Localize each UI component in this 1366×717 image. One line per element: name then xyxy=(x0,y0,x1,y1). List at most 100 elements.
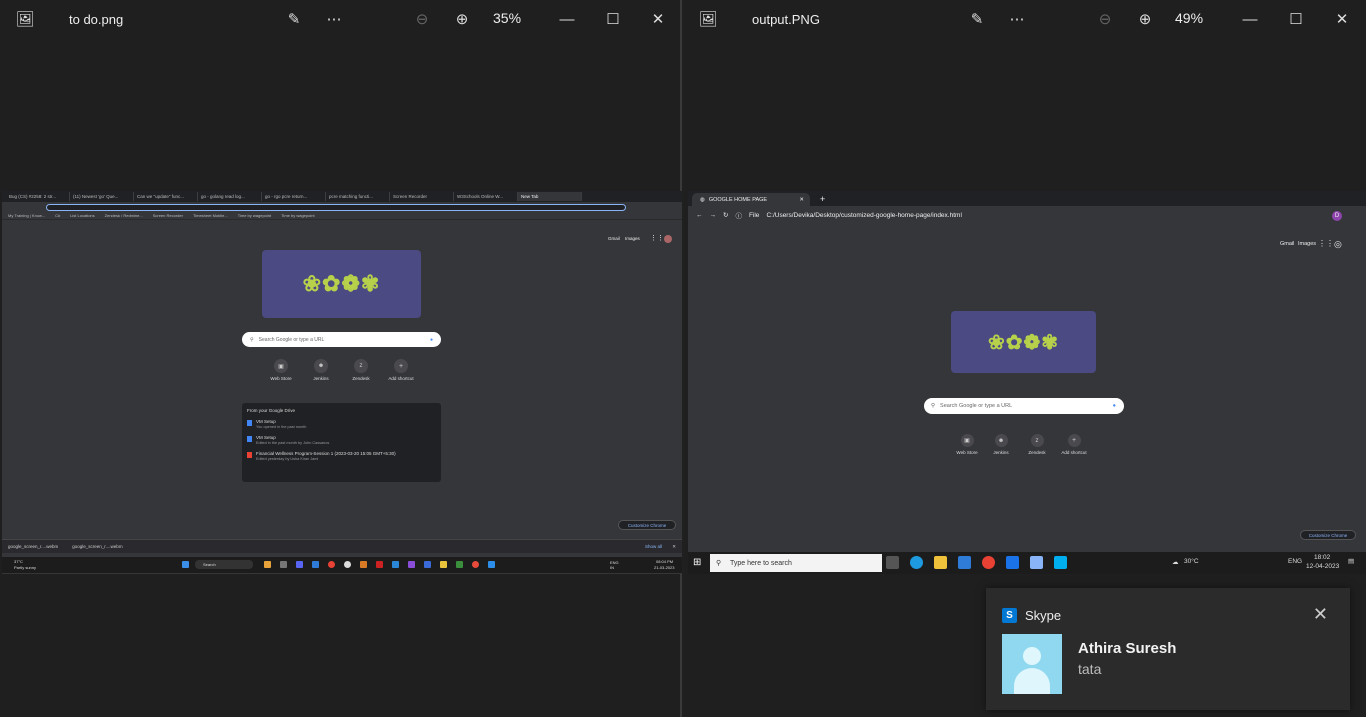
app-icon xyxy=(344,561,351,568)
customize-label: Customize Chrome xyxy=(627,522,667,528)
mic-icon: ● xyxy=(1112,403,1116,409)
weather-desc: Partly sunny xyxy=(14,565,37,570)
avatar-head xyxy=(1023,647,1041,665)
search-box: ⚲ Search Google or type a URL ● xyxy=(242,332,441,347)
zendesk-icon: z xyxy=(1030,434,1044,447)
zoom-out-icon[interactable]: ⊖ xyxy=(410,8,434,30)
google-drive-card: From your Google Drive VM Setup You opene… xyxy=(242,403,441,482)
vscode-icon xyxy=(392,561,399,568)
app-icon xyxy=(408,561,415,568)
viewer-toolbar: 🖼 to do.png ✎ ⋯ ⊖ ⊕ 35% — ☐ ✕ xyxy=(0,0,680,40)
browser-tab-strip: ◍ GOOGLE HOME PAGE ✕ + xyxy=(688,191,1366,206)
search-placeholder: Search Google or type a URL xyxy=(940,403,1013,409)
slides-icon xyxy=(247,452,252,458)
gallery-icon[interactable]: 🖼 xyxy=(13,8,37,30)
account-icon: ◎ xyxy=(1334,239,1342,249)
minimize-button[interactable]: — xyxy=(555,8,579,30)
shortcut-label: Zendesk xyxy=(1028,450,1046,455)
zoom-level: 49% xyxy=(1175,10,1204,26)
search-icon: ⚲ xyxy=(931,403,936,409)
browser-tab-active: New Tab xyxy=(518,192,582,201)
start-icon xyxy=(182,561,189,568)
drive-item-title: Financial Wellness Program-Session 1 (20… xyxy=(256,451,396,456)
jenkins-icon: ☻ xyxy=(314,359,328,373)
bookmark: Zendesk / Redmine... xyxy=(104,213,143,218)
language: ENG xyxy=(1288,558,1303,565)
globe-icon: ◍ xyxy=(700,196,705,203)
zendesk-icon: z xyxy=(354,359,368,373)
clock-date: 12-04-2023 xyxy=(1306,563,1340,570)
customize-label: Customize Chrome xyxy=(1308,532,1348,538)
drive-item-sub: Edited in the past month by John Cassano… xyxy=(256,441,330,445)
edit-image-icon[interactable]: ✎ xyxy=(282,8,306,30)
clock-time: 18:02 xyxy=(1314,554,1331,561)
temperature: 30°C xyxy=(1184,558,1199,565)
maximize-button[interactable]: ☐ xyxy=(1284,8,1308,30)
doodle-artwork: ❀✿❁✾ xyxy=(302,271,381,296)
edge-icon xyxy=(910,556,923,569)
drive-item-title: VM Setup xyxy=(256,435,276,440)
shortcut-label: Zendesk xyxy=(352,376,370,381)
windows-start-icon: ⊞ xyxy=(693,557,702,568)
tab-title: GOOGLE HOME PAGE xyxy=(708,196,768,203)
drive-item-sub: You opened in the past month xyxy=(256,425,307,429)
forward-icon: → xyxy=(709,211,717,219)
more-options-icon[interactable]: ⋯ xyxy=(1005,8,1029,30)
taskbar-search-text: Type here to search xyxy=(730,559,792,567)
browser-tab: go - rgo pcre return... xyxy=(262,192,326,201)
more-options-icon[interactable]: ⋯ xyxy=(322,8,346,30)
minimize-button[interactable]: — xyxy=(1238,8,1262,30)
app-icon xyxy=(360,561,367,568)
zoom-in-icon[interactable]: ⊕ xyxy=(1133,8,1157,30)
shortcut: z Zendesk xyxy=(1022,434,1052,455)
close-button[interactable]: ✕ xyxy=(1330,8,1354,30)
app-icon xyxy=(376,561,383,568)
show-all-link: Show all xyxy=(644,544,662,549)
left-photo-viewer: 🖼 to do.png ✎ ⋯ ⊖ ⊕ 35% — ☐ ✕ Bug (CS) #… xyxy=(0,0,682,717)
clock-date: 21-03-2023 xyxy=(654,565,675,570)
close-button[interactable]: ✕ xyxy=(646,8,670,30)
shortcut-label: Add shortcut xyxy=(388,376,414,381)
reload-icon: ↻ xyxy=(723,212,729,219)
zoom-out-icon[interactable]: ⊖ xyxy=(1093,8,1117,30)
skype-notification[interactable]: S Skype ✕ Athira Suresh tata xyxy=(986,588,1350,710)
customize-chrome-button: Customize Chrome xyxy=(618,520,676,530)
download-item: google_screen_r....webm xyxy=(72,544,123,549)
doc-icon xyxy=(247,420,252,426)
new-tab-icon: + xyxy=(820,194,826,204)
language: ENG IN xyxy=(610,560,619,570)
screenshot-image: ◍ GOOGLE HOME PAGE ✕ + ← → ↻ ⓘ File C:/U… xyxy=(688,191,1366,574)
cloud-icon: ☁ xyxy=(1172,559,1179,566)
notification-icon: ▤ xyxy=(1348,558,1355,565)
browser-tab: Can we "update" func... xyxy=(134,192,198,201)
store-icon xyxy=(958,556,971,569)
gallery-icon[interactable]: 🖼 xyxy=(696,8,720,30)
viewer-toolbar: 🖼 output.PNG ✎ ⋯ ⊖ ⊕ 49% — ☐ ✕ xyxy=(684,0,1366,40)
info-icon: ⓘ xyxy=(735,213,742,220)
clock-time: 08:04 PM xyxy=(656,559,674,564)
search-icon: ⚲ xyxy=(716,560,722,567)
shortcut: ☻ Jenkins xyxy=(986,434,1016,455)
bookmark: Time by wagepoint xyxy=(281,213,315,218)
doodle-artwork: ❀✿❁✾ xyxy=(987,331,1060,354)
mail-icon xyxy=(1006,556,1019,569)
browser-tab: W3Schools Online W... xyxy=(454,192,518,201)
drive-card-title: From your Google Drive xyxy=(247,408,296,413)
toast-app-header: S Skype xyxy=(1002,608,1061,623)
zoom-in-icon[interactable]: ⊕ xyxy=(450,8,474,30)
jenkins-icon: ☻ xyxy=(994,434,1008,447)
chrome-icon xyxy=(982,556,995,569)
app-icon xyxy=(456,561,463,568)
viewer-file-name: output.PNG xyxy=(752,12,820,27)
maximize-button[interactable]: ☐ xyxy=(601,8,625,30)
bookmark: Time by wagepoint xyxy=(237,213,272,218)
web-store-icon: ▣ xyxy=(960,434,974,447)
address-bar: ← → ↻ ⓘ File C:/Users/Devika/Desktop/cus… xyxy=(688,206,1366,224)
web-store-icon: ▣ xyxy=(274,359,288,373)
app-icon xyxy=(280,561,287,568)
zoom-level: 35% xyxy=(493,10,522,26)
browser-tab-strip: Bug (CS) #2258: 2 str... (11) Newest 'go… xyxy=(2,191,682,202)
toast-close-button[interactable]: ✕ xyxy=(1313,604,1328,625)
edit-image-icon[interactable]: ✎ xyxy=(965,8,989,30)
shortcut: ▣ Web Store xyxy=(266,359,296,381)
